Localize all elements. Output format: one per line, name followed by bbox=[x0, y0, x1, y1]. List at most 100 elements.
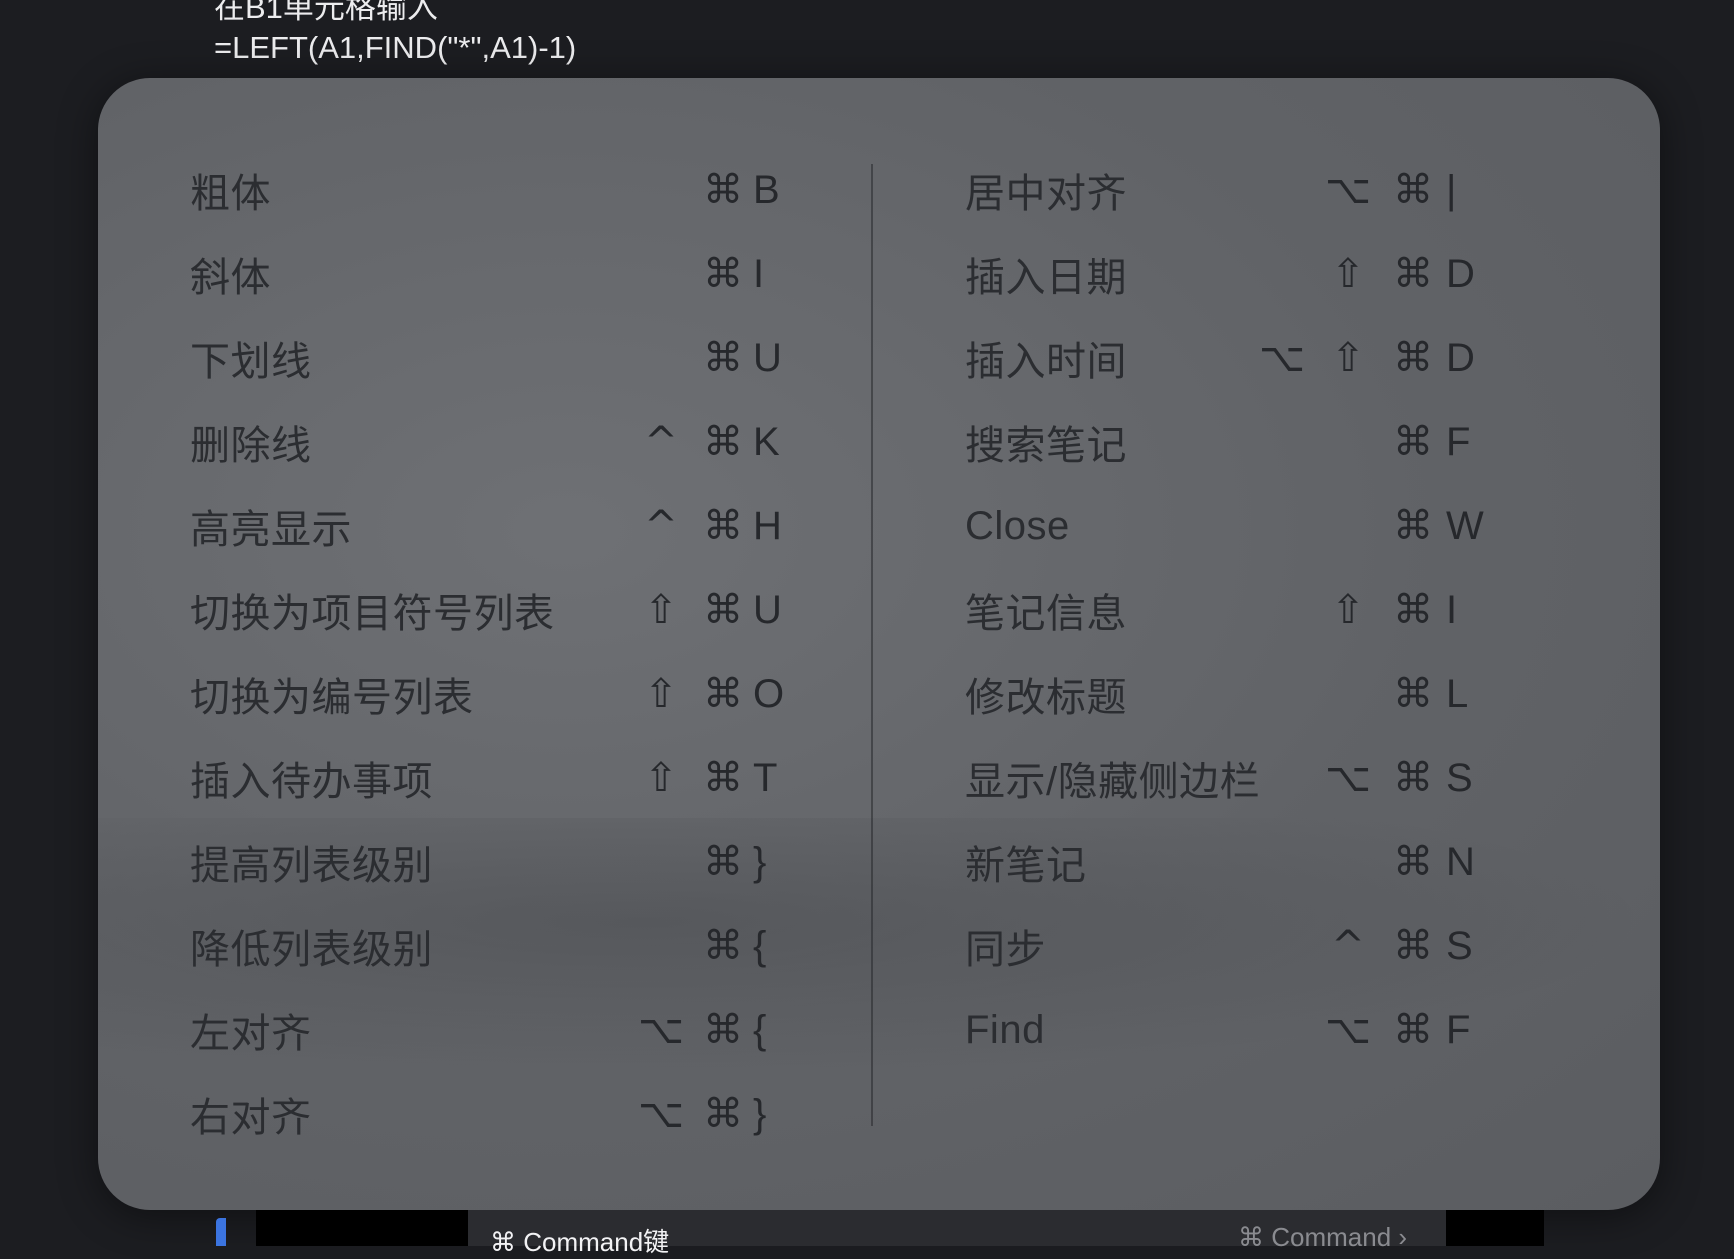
shift-key-icon: ⇧ bbox=[1331, 251, 1365, 297]
shortcut-label: 高亮显示 bbox=[190, 508, 352, 552]
shortcut-row: 切换为编号列表 ⇧ ⌘ O bbox=[190, 652, 790, 736]
command-key-icon: ⌘ bbox=[1393, 1007, 1433, 1053]
shortcut-row: 插入待办事项 ⇧ ⌘ T bbox=[190, 736, 790, 820]
shortcut-row: 下划线 ⌘ U bbox=[190, 316, 790, 400]
shortcut-row: 插入时间 ⌥ ⇧ ⌘ D bbox=[965, 316, 1605, 400]
command-key-icon: ⌘ bbox=[703, 503, 743, 549]
command-key-icon: ⌘ bbox=[1393, 251, 1433, 297]
shortcut-key: H bbox=[753, 504, 782, 548]
shortcut-key: B bbox=[753, 168, 780, 212]
shortcut-key: N bbox=[1446, 840, 1475, 884]
shift-key-icon: ⇧ bbox=[1331, 335, 1365, 381]
shortcut-label: 切换为项目符号列表 bbox=[190, 592, 555, 636]
shortcut-key: L bbox=[1446, 672, 1469, 716]
command-key-icon: ⌘ bbox=[1393, 167, 1433, 213]
shortcut-row: Find ⌥ ⌘ F bbox=[965, 988, 1605, 1072]
shortcut-row: 居中对齐 ⌥ ⌘ | bbox=[965, 148, 1605, 232]
control-key-icon: ^ bbox=[644, 419, 678, 465]
option-key-icon: ⌥ bbox=[1324, 1007, 1372, 1053]
shortcut-key: } bbox=[753, 840, 767, 884]
shift-key-icon: ⇧ bbox=[644, 671, 678, 717]
shortcut-row: 新笔记 ⌘ N bbox=[965, 820, 1605, 904]
shortcut-key: S bbox=[1446, 756, 1473, 800]
control-key-icon: ^ bbox=[1331, 923, 1365, 969]
shortcut-key: D bbox=[1446, 336, 1475, 380]
command-key-icon: ⌘ bbox=[703, 167, 743, 213]
shortcut-key: U bbox=[753, 336, 782, 380]
shortcut-key: O bbox=[753, 672, 785, 716]
shortcuts-left-column: 粗体 ⌘ B 斜体 ⌘ I 下划线 ⌘ U 删除线 ^ ⌘ K 高亮显示 ^ ⌘ H 切换为项目符号列表 ⇧ ⌘ U 切换… bbox=[190, 148, 790, 1156]
shortcut-label: 居中对齐 bbox=[965, 172, 1127, 216]
settings-row-label: ⌘ Command键 bbox=[490, 1227, 670, 1257]
command-key-icon: ⌘ bbox=[1393, 923, 1433, 969]
shortcuts-right-column: 居中对齐 ⌥ ⌘ | 插入日期 ⇧ ⌘ D 插入时间 ⌥ ⇧ ⌘ D 搜索笔记 ⌘ F Close ⌘ W 笔记信息 ⇧… bbox=[965, 148, 1605, 1072]
shortcut-row: 右对齐 ⌥ ⌘} bbox=[190, 1072, 790, 1156]
command-key-icon: ⌘ bbox=[703, 1007, 743, 1053]
shortcut-label: 切换为编号列表 bbox=[190, 676, 474, 720]
shortcut-label: 显示/隐藏侧边栏 bbox=[965, 760, 1261, 804]
command-key-icon: ⌘ bbox=[1393, 503, 1433, 549]
shortcut-row: 高亮显示 ^ ⌘ H bbox=[190, 484, 790, 568]
command-key-icon: ⌘ bbox=[703, 335, 743, 381]
command-key-icon: ⌘ bbox=[1393, 419, 1433, 465]
column-divider bbox=[871, 164, 873, 1126]
bottom-dark-region-right bbox=[1446, 1210, 1544, 1246]
command-key-icon: ⌘ bbox=[1393, 839, 1433, 885]
command-key-icon: ⌘ bbox=[703, 587, 743, 633]
background-formula-line: =LEFT(A1,FIND("*",A1)-1) bbox=[214, 30, 577, 65]
shortcut-key: I bbox=[1446, 588, 1458, 632]
option-key-icon: ⌥ bbox=[1258, 335, 1306, 381]
option-key-icon: ⌥ bbox=[637, 1007, 685, 1053]
background-text-line-1: 在B1单元格输入 bbox=[214, 0, 438, 25]
shortcut-row: 同步 ^ ⌘ S bbox=[965, 904, 1605, 988]
command-key-icon: ⌘ bbox=[703, 419, 743, 465]
command-key-icon: ⌘ bbox=[703, 755, 743, 801]
shortcut-key: K bbox=[753, 420, 780, 464]
shortcut-row: 提高列表级别 ⌘} bbox=[190, 820, 790, 904]
shortcut-row: Close ⌘ W bbox=[965, 484, 1605, 568]
shortcut-row: 斜体 ⌘ I bbox=[190, 232, 790, 316]
bottom-dark-region bbox=[256, 1210, 468, 1246]
shortcut-label: 左对齐 bbox=[190, 1012, 312, 1056]
shortcut-label: 搜索笔记 bbox=[965, 424, 1127, 468]
shortcut-label: 同步 bbox=[965, 928, 1046, 972]
shift-key-icon: ⇧ bbox=[1331, 587, 1365, 633]
shortcut-row: 粗体 ⌘ B bbox=[190, 148, 790, 232]
command-key-icon: ⌘ bbox=[703, 839, 743, 885]
command-key-icon: ⌘ bbox=[703, 923, 743, 969]
shortcut-key: W bbox=[1446, 504, 1484, 548]
shortcut-row: 插入日期 ⇧ ⌘ D bbox=[965, 232, 1605, 316]
shortcut-row: 左对齐 ⌥ ⌘{ bbox=[190, 988, 790, 1072]
shortcut-row: 切换为项目符号列表 ⇧ ⌘ U bbox=[190, 568, 790, 652]
command-key-icon: ⌘ bbox=[703, 251, 743, 297]
shortcut-label: 斜体 bbox=[190, 256, 271, 300]
shortcut-label: 笔记信息 bbox=[965, 592, 1127, 636]
shortcut-key: T bbox=[753, 756, 778, 800]
command-key-icon: ⌘ bbox=[703, 1091, 743, 1137]
command-key-icon: ⌘ bbox=[1393, 755, 1433, 801]
shortcut-label: 插入待办事项 bbox=[190, 760, 433, 804]
shortcut-row: 显示/隐藏侧边栏 ⌥ ⌘ S bbox=[965, 736, 1605, 820]
shortcut-row: 修改标题 ⌘ L bbox=[965, 652, 1605, 736]
command-key-icon: ⌘ bbox=[1393, 671, 1433, 717]
shortcut-key: | bbox=[1446, 168, 1457, 212]
command-key-icon: ⌘ bbox=[703, 671, 743, 717]
shortcut-row: 删除线 ^ ⌘ K bbox=[190, 400, 790, 484]
shortcut-label: 插入时间 bbox=[965, 340, 1127, 384]
shortcut-row: 笔记信息 ⇧ ⌘ I bbox=[965, 568, 1605, 652]
selection-indicator bbox=[216, 1218, 226, 1246]
option-key-icon: ⌥ bbox=[1324, 167, 1372, 213]
shortcut-row: 搜索笔记 ⌘ F bbox=[965, 400, 1605, 484]
option-key-icon: ⌥ bbox=[1324, 755, 1372, 801]
control-key-icon: ^ bbox=[644, 503, 678, 549]
shortcut-label: 下划线 bbox=[190, 340, 312, 384]
shortcut-label: 降低列表级别 bbox=[190, 928, 433, 972]
shortcut-label: Close bbox=[965, 503, 1070, 548]
shortcut-label: 修改标题 bbox=[965, 676, 1127, 720]
shortcut-row: 降低列表级别 ⌘{ bbox=[190, 904, 790, 988]
shortcut-label: 删除线 bbox=[190, 424, 312, 468]
shortcut-key: F bbox=[1446, 420, 1471, 464]
keyboard-shortcuts-overlay: 粗体 ⌘ B 斜体 ⌘ I 下划线 ⌘ U 删除线 ^ ⌘ K 高亮显示 ^ ⌘ H 切换为项目符号列表 ⇧ ⌘ U 切换… bbox=[98, 78, 1660, 1210]
shortcut-key: S bbox=[1446, 924, 1473, 968]
shortcut-label: 插入日期 bbox=[965, 256, 1127, 300]
